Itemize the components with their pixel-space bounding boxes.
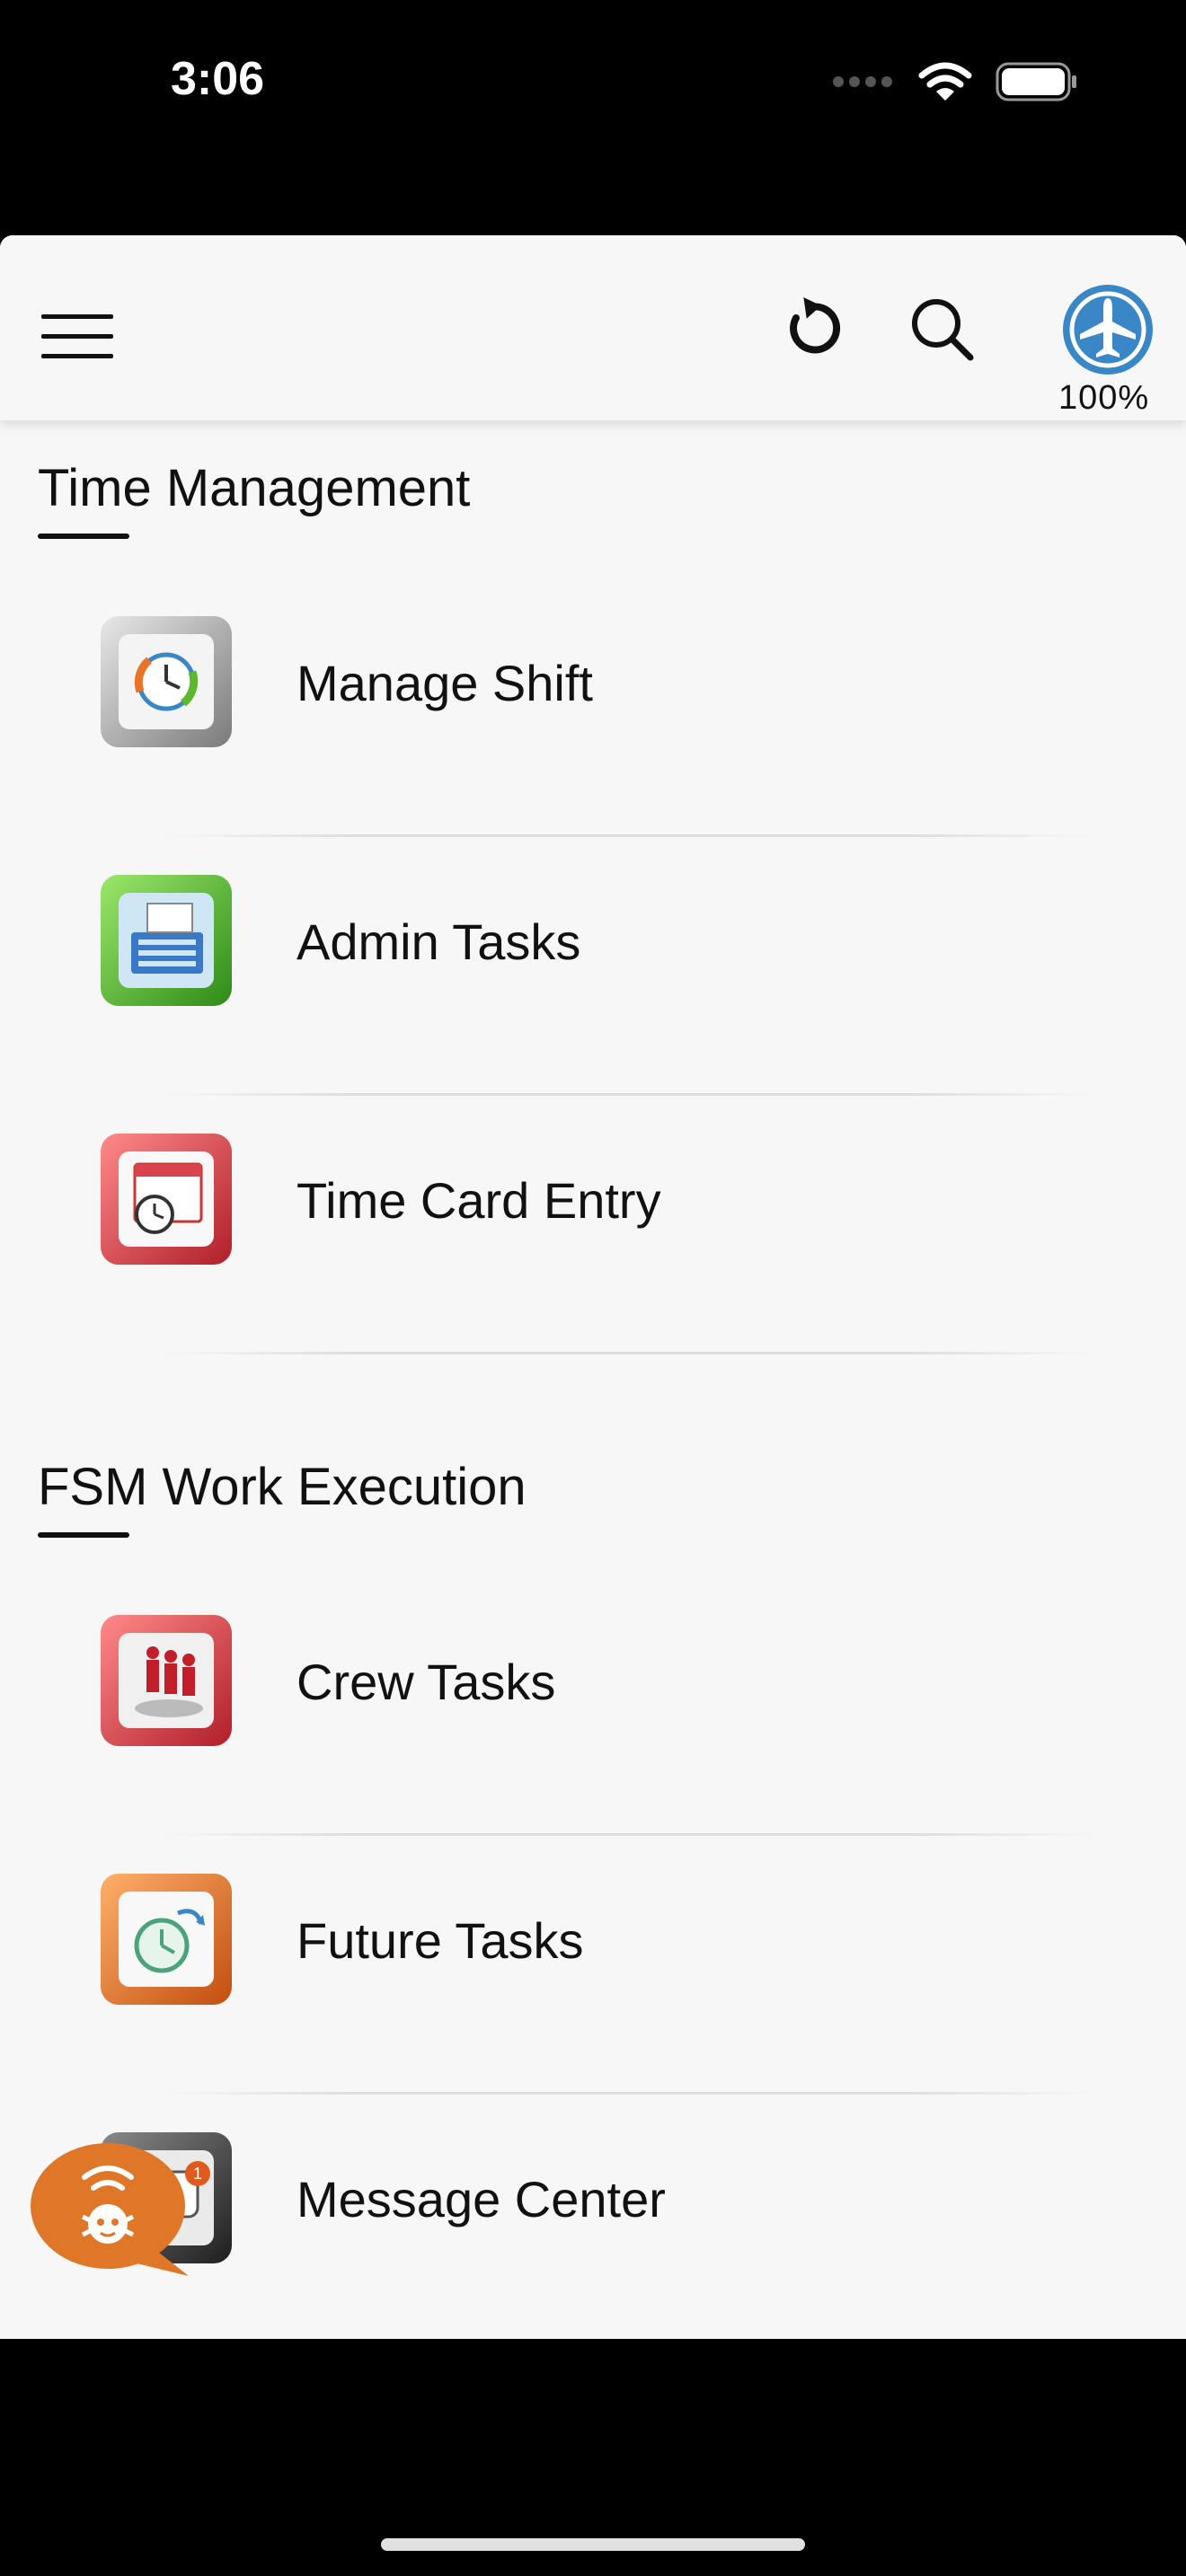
section-underline: [38, 534, 129, 539]
search-icon[interactable]: [906, 293, 978, 365]
future-tasks-icon: [101, 1874, 232, 2005]
hamburger-menu-icon[interactable]: [41, 314, 113, 359]
airplane-mode-icon[interactable]: [1060, 282, 1155, 377]
list-item-crew-tasks[interactable]: Crew Tasks: [0, 1577, 1186, 1836]
list-item-future-tasks[interactable]: Future Tasks: [0, 1836, 1186, 2095]
section-underline: [38, 1532, 129, 1538]
list-item-manage-shift[interactable]: Manage Shift: [0, 578, 1186, 837]
connection-percent: 100%: [1058, 379, 1150, 417]
status-time: 3:06: [171, 53, 265, 105]
list-item-label: Crew Tasks: [296, 1654, 556, 1710]
list-item-admin-tasks[interactable]: Admin Tasks: [0, 837, 1186, 1096]
main-content: Time Management Manage Shift Admin Tasks…: [0, 420, 1186, 2339]
battery-icon: [996, 62, 1076, 101]
section-title-fsm-work-execution: FSM Work Execution: [38, 1458, 527, 1516]
divider: [162, 1352, 1096, 1354]
top-toolbar: 100%: [0, 235, 1186, 420]
list-item-time-card-entry[interactable]: Time Card Entry: [0, 1096, 1186, 1354]
admin-tasks-icon: [101, 875, 232, 1006]
cellular-signal-icon: [833, 76, 892, 87]
refresh-icon[interactable]: [774, 293, 846, 365]
status-icons: [832, 61, 1078, 102]
wifi-icon: [918, 62, 972, 101]
time-card-icon: [101, 1134, 232, 1265]
list-item-label: Future Tasks: [296, 1912, 584, 1969]
manage-shift-icon: [101, 616, 232, 747]
home-indicator: [381, 2538, 805, 2551]
list-item-label: Admin Tasks: [296, 913, 581, 970]
app-screen: 100% Time Management Manage Shift Admin …: [0, 235, 1186, 2339]
section-title-time-management: Time Management: [38, 459, 471, 517]
list-item-label: Message Center: [296, 2171, 666, 2228]
list-item-label: Time Card Entry: [296, 1172, 661, 1229]
crew-tasks-icon: [101, 1615, 232, 1746]
list-item-label: Manage Shift: [296, 655, 593, 711]
wireless-bug-report-fab-icon[interactable]: [29, 2141, 199, 2276]
status-bar: 3:06: [0, 0, 1186, 180]
